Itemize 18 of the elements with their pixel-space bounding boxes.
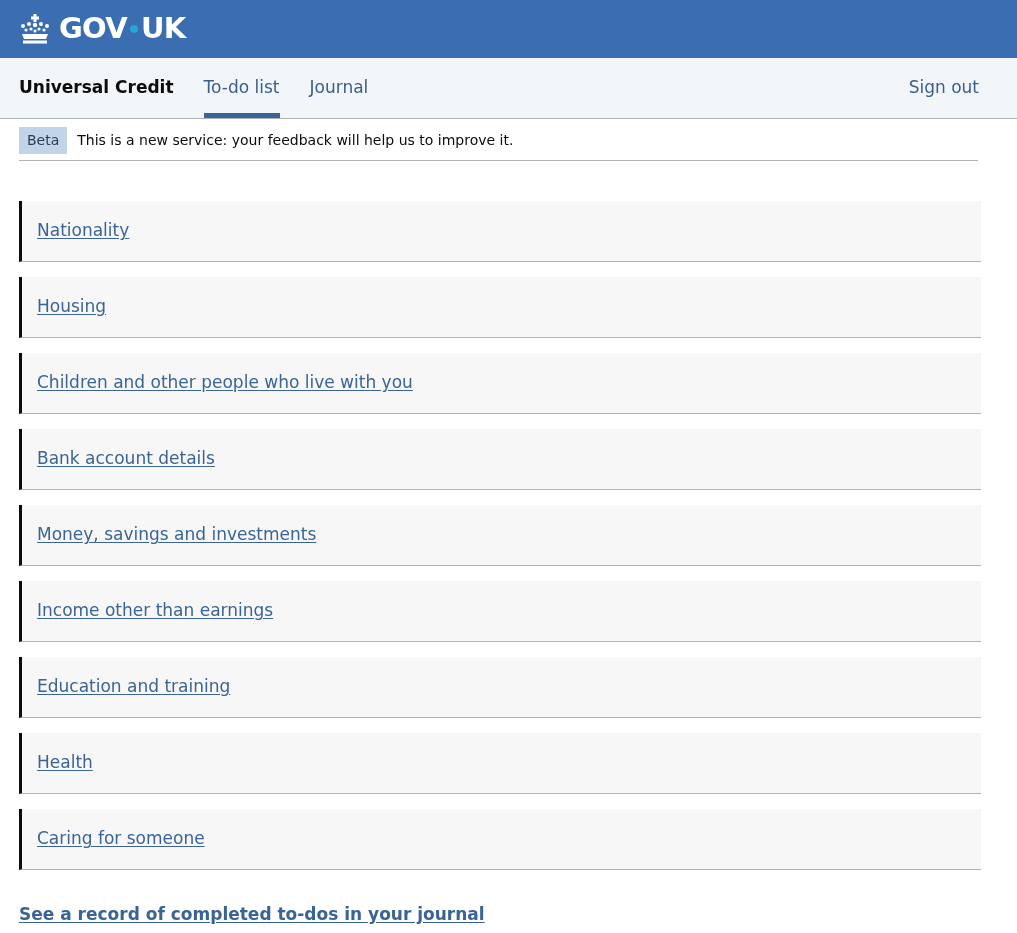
journal-record-link[interactable]: See a record of completed to-dos in your journal [19,902,998,928]
todo-link[interactable]: Children and other people who live with you [37,370,413,396]
todo-link[interactable]: Education and training [37,674,231,700]
todo-link[interactable]: Caring for someone [37,826,205,852]
todo-link[interactable]: Income other than earnings [37,598,274,624]
todo-link[interactable]: Bank account details [37,446,215,472]
todo-link[interactable]: Money, savings and investments [37,522,317,548]
nav-tab[interactable]: To-do list [203,58,280,118]
todo-link[interactable]: Nationality [37,218,130,244]
phase-banner-text: This is a new service: your feedback will help us to improve it. [77,131,514,150]
nav-tab[interactable]: Journal [309,58,369,118]
govuk-logo-link[interactable]: GOV UK [19,7,186,51]
todo-link[interactable]: Housing [37,294,107,320]
sign-out-link[interactable]: Sign out [908,75,979,101]
service-name: Universal Credit [19,76,174,100]
crown-icon [19,14,51,44]
beta-tag: Beta [19,127,68,154]
todo-link[interactable]: Health [37,750,93,776]
